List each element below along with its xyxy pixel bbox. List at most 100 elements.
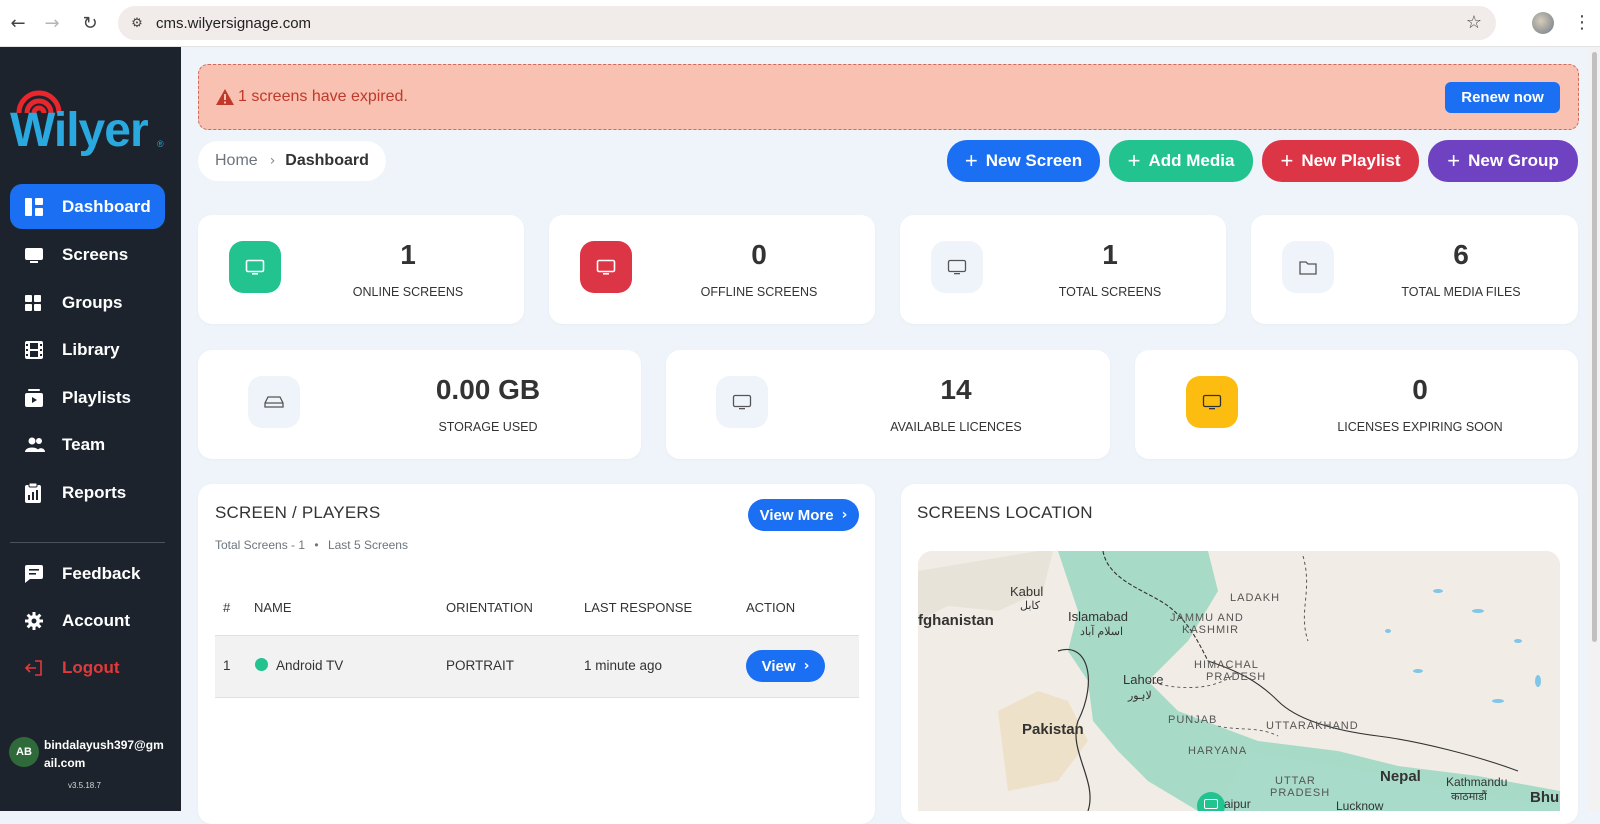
site-settings-icon[interactable]: ⚙ bbox=[122, 16, 152, 31]
map-label-afghanistan: fghanistan bbox=[918, 612, 994, 629]
app-version: v3.5.18.7 bbox=[68, 781, 101, 790]
url-text: cms.wilyersignage.com bbox=[156, 14, 312, 32]
monitor-icon bbox=[229, 241, 281, 293]
sidebar-item-groups[interactable]: Groups bbox=[10, 280, 165, 325]
new-playlist-button[interactable]: + New Playlist bbox=[1262, 140, 1419, 182]
stat-label: TOTAL SCREENS bbox=[1058, 285, 1162, 299]
sidebar-item-team[interactable]: Team bbox=[10, 422, 165, 467]
stat-label: STORAGE USED bbox=[438, 420, 538, 434]
sidebar-item-label: Groups bbox=[62, 292, 123, 312]
user-avatar[interactable]: AB bbox=[9, 737, 39, 767]
dashboard-icon bbox=[25, 197, 47, 216]
sidebar-item-logout[interactable]: Logout bbox=[10, 645, 165, 690]
map-label-kathmandu-local: काठमाडौं bbox=[1451, 791, 1487, 803]
view-label: View bbox=[761, 657, 796, 675]
new-group-label: New Group bbox=[1468, 151, 1559, 170]
map-label-haryana: HARYANA bbox=[1188, 745, 1248, 757]
stat-card-offline[interactable]: 0 OFFLINE SCREENS bbox=[549, 215, 875, 324]
sidebar-item-label: Account bbox=[62, 610, 130, 630]
sidebar-item-dashboard[interactable]: Dashboard bbox=[10, 184, 165, 229]
sidebar-divider bbox=[10, 542, 165, 543]
map-label-lahore: Lahore bbox=[1123, 672, 1164, 687]
chevron-right-icon: › bbox=[269, 153, 276, 169]
map-label-kathmandu: Kathmandu bbox=[1446, 775, 1508, 789]
players-panel-title: SCREEN / PLAYERS bbox=[215, 503, 381, 522]
map-label-ladakh: LADAKH bbox=[1230, 592, 1281, 604]
screen-name[interactable]: Android TV bbox=[276, 658, 343, 673]
stat-label: OFFLINE SCREENS bbox=[700, 285, 818, 299]
stat-label: LICENSES EXPIRING SOON bbox=[1337, 420, 1503, 434]
sidebar-item-feedback[interactable]: Feedback bbox=[10, 551, 165, 596]
map-label-uttar: UTTAR bbox=[1275, 775, 1316, 787]
row-index: 1 bbox=[223, 658, 231, 673]
map-label-lucknow: Lucknow bbox=[1336, 799, 1384, 811]
forward-icon[interactable]: → bbox=[34, 5, 70, 41]
profile-avatar-icon[interactable] bbox=[1532, 12, 1554, 34]
wilyer-logo[interactable]: Wilyer ® bbox=[10, 83, 170, 163]
map-label-punjab: PUNJAB bbox=[1168, 714, 1218, 726]
sidebar-item-playlists[interactable]: Playlists bbox=[10, 375, 165, 420]
add-media-label: Add Media bbox=[1148, 151, 1235, 170]
scrollbar-thumb[interactable] bbox=[1592, 52, 1597, 642]
sidebar-item-account[interactable]: Account bbox=[10, 598, 165, 643]
breadcrumb-home[interactable]: Home bbox=[215, 152, 258, 170]
column-header-action: ACTION bbox=[746, 600, 796, 615]
browser-toolbar: ← → ↻ ⚙ cms.wilyersignage.com ☆ ⋮ bbox=[0, 0, 1600, 47]
map-label-kabul: Kabul bbox=[1010, 584, 1044, 599]
stat-value: 14 bbox=[940, 374, 972, 405]
bookmark-star-icon[interactable]: ☆ bbox=[1466, 12, 1482, 33]
stat-card-licences[interactable]: 14 AVAILABLE LICENCES bbox=[666, 350, 1110, 459]
map-label-bhu: Bhu bbox=[1530, 789, 1560, 806]
screen-last-response: 1 minute ago bbox=[584, 658, 663, 673]
reload-icon[interactable]: ↻ bbox=[72, 5, 108, 41]
map-label-nepal: Nepal bbox=[1380, 768, 1421, 785]
plus-icon: + bbox=[1447, 148, 1461, 173]
map-label-jammu: JAMMU AND bbox=[1170, 612, 1244, 624]
stat-card-media-files[interactable]: 6 TOTAL MEDIA FILES bbox=[1251, 215, 1578, 324]
registered-mark: ® bbox=[157, 139, 164, 149]
breadcrumb-current: Dashboard bbox=[285, 152, 369, 169]
sidebar-item-reports[interactable]: Reports bbox=[10, 470, 165, 515]
address-bar[interactable]: ⚙ cms.wilyersignage.com ☆ bbox=[118, 6, 1496, 40]
map-label-uttarakhand: UTTARAKHAND bbox=[1266, 720, 1359, 732]
film-icon bbox=[25, 340, 47, 359]
sidebar-item-label: Dashboard bbox=[62, 196, 151, 216]
add-media-button[interactable]: + Add Media bbox=[1109, 140, 1253, 182]
stat-card-expiring[interactable]: 0 LICENSES EXPIRING SOON bbox=[1135, 350, 1578, 459]
warning-icon bbox=[216, 89, 234, 105]
stat-value: 6 bbox=[1453, 239, 1469, 270]
screens-map[interactable]: Kabul کابل fghanistan Islamabad اسلام آب… bbox=[918, 551, 1560, 811]
browser-menu-icon[interactable]: ⋮ bbox=[1573, 12, 1591, 33]
column-header-orientation[interactable]: ORIENTATION bbox=[446, 600, 533, 615]
sidebar-item-library[interactable]: Library bbox=[10, 327, 165, 372]
new-screen-button[interactable]: + New Screen bbox=[947, 140, 1100, 182]
new-group-button[interactable]: + New Group bbox=[1428, 140, 1578, 182]
sidebar-item-screens[interactable]: Screens bbox=[10, 232, 165, 277]
gear-icon bbox=[25, 611, 47, 630]
view-more-button[interactable]: View More › bbox=[748, 499, 859, 531]
stat-card-storage[interactable]: 0.00 GB STORAGE USED bbox=[198, 350, 641, 459]
stat-card-total-screens[interactable]: 1 TOTAL SCREENS bbox=[900, 215, 1226, 324]
view-screen-button[interactable]: View › bbox=[746, 650, 825, 682]
stat-value: 0.00 GB bbox=[435, 374, 541, 405]
column-header-last-response[interactable]: LAST RESPONSE bbox=[584, 600, 692, 615]
monitor-icon bbox=[931, 241, 983, 293]
breadcrumb: Home › Dashboard bbox=[198, 141, 386, 181]
location-panel-title: SCREENS LOCATION bbox=[917, 503, 1093, 522]
playlist-icon bbox=[25, 388, 47, 407]
map-label-islamabad-local: اسلام آباد bbox=[1080, 626, 1124, 638]
screen-icon bbox=[25, 247, 47, 263]
folder-icon bbox=[1282, 241, 1334, 293]
new-screen-label: New Screen bbox=[985, 151, 1083, 170]
sidebar: Wilyer ® Dashboard Screens Groups Librar… bbox=[0, 47, 181, 811]
screen-orientation: PORTRAIT bbox=[446, 658, 515, 673]
renew-now-button[interactable]: Renew now bbox=[1445, 82, 1560, 113]
back-icon[interactable]: ← bbox=[0, 5, 36, 41]
screen-location-marker-icon[interactable] bbox=[1204, 799, 1218, 809]
total-screens-text: Total Screens - 1 bbox=[215, 538, 306, 552]
map-label-lahore-local: لاہور bbox=[1128, 690, 1152, 702]
column-header-name[interactable]: NAME bbox=[254, 600, 292, 615]
stat-card-online[interactable]: 1 ONLINE SCREENS bbox=[198, 215, 524, 324]
sidebar-item-label: Feedback bbox=[62, 563, 141, 583]
map-label-kashmir: KASHMIR bbox=[1182, 624, 1240, 636]
